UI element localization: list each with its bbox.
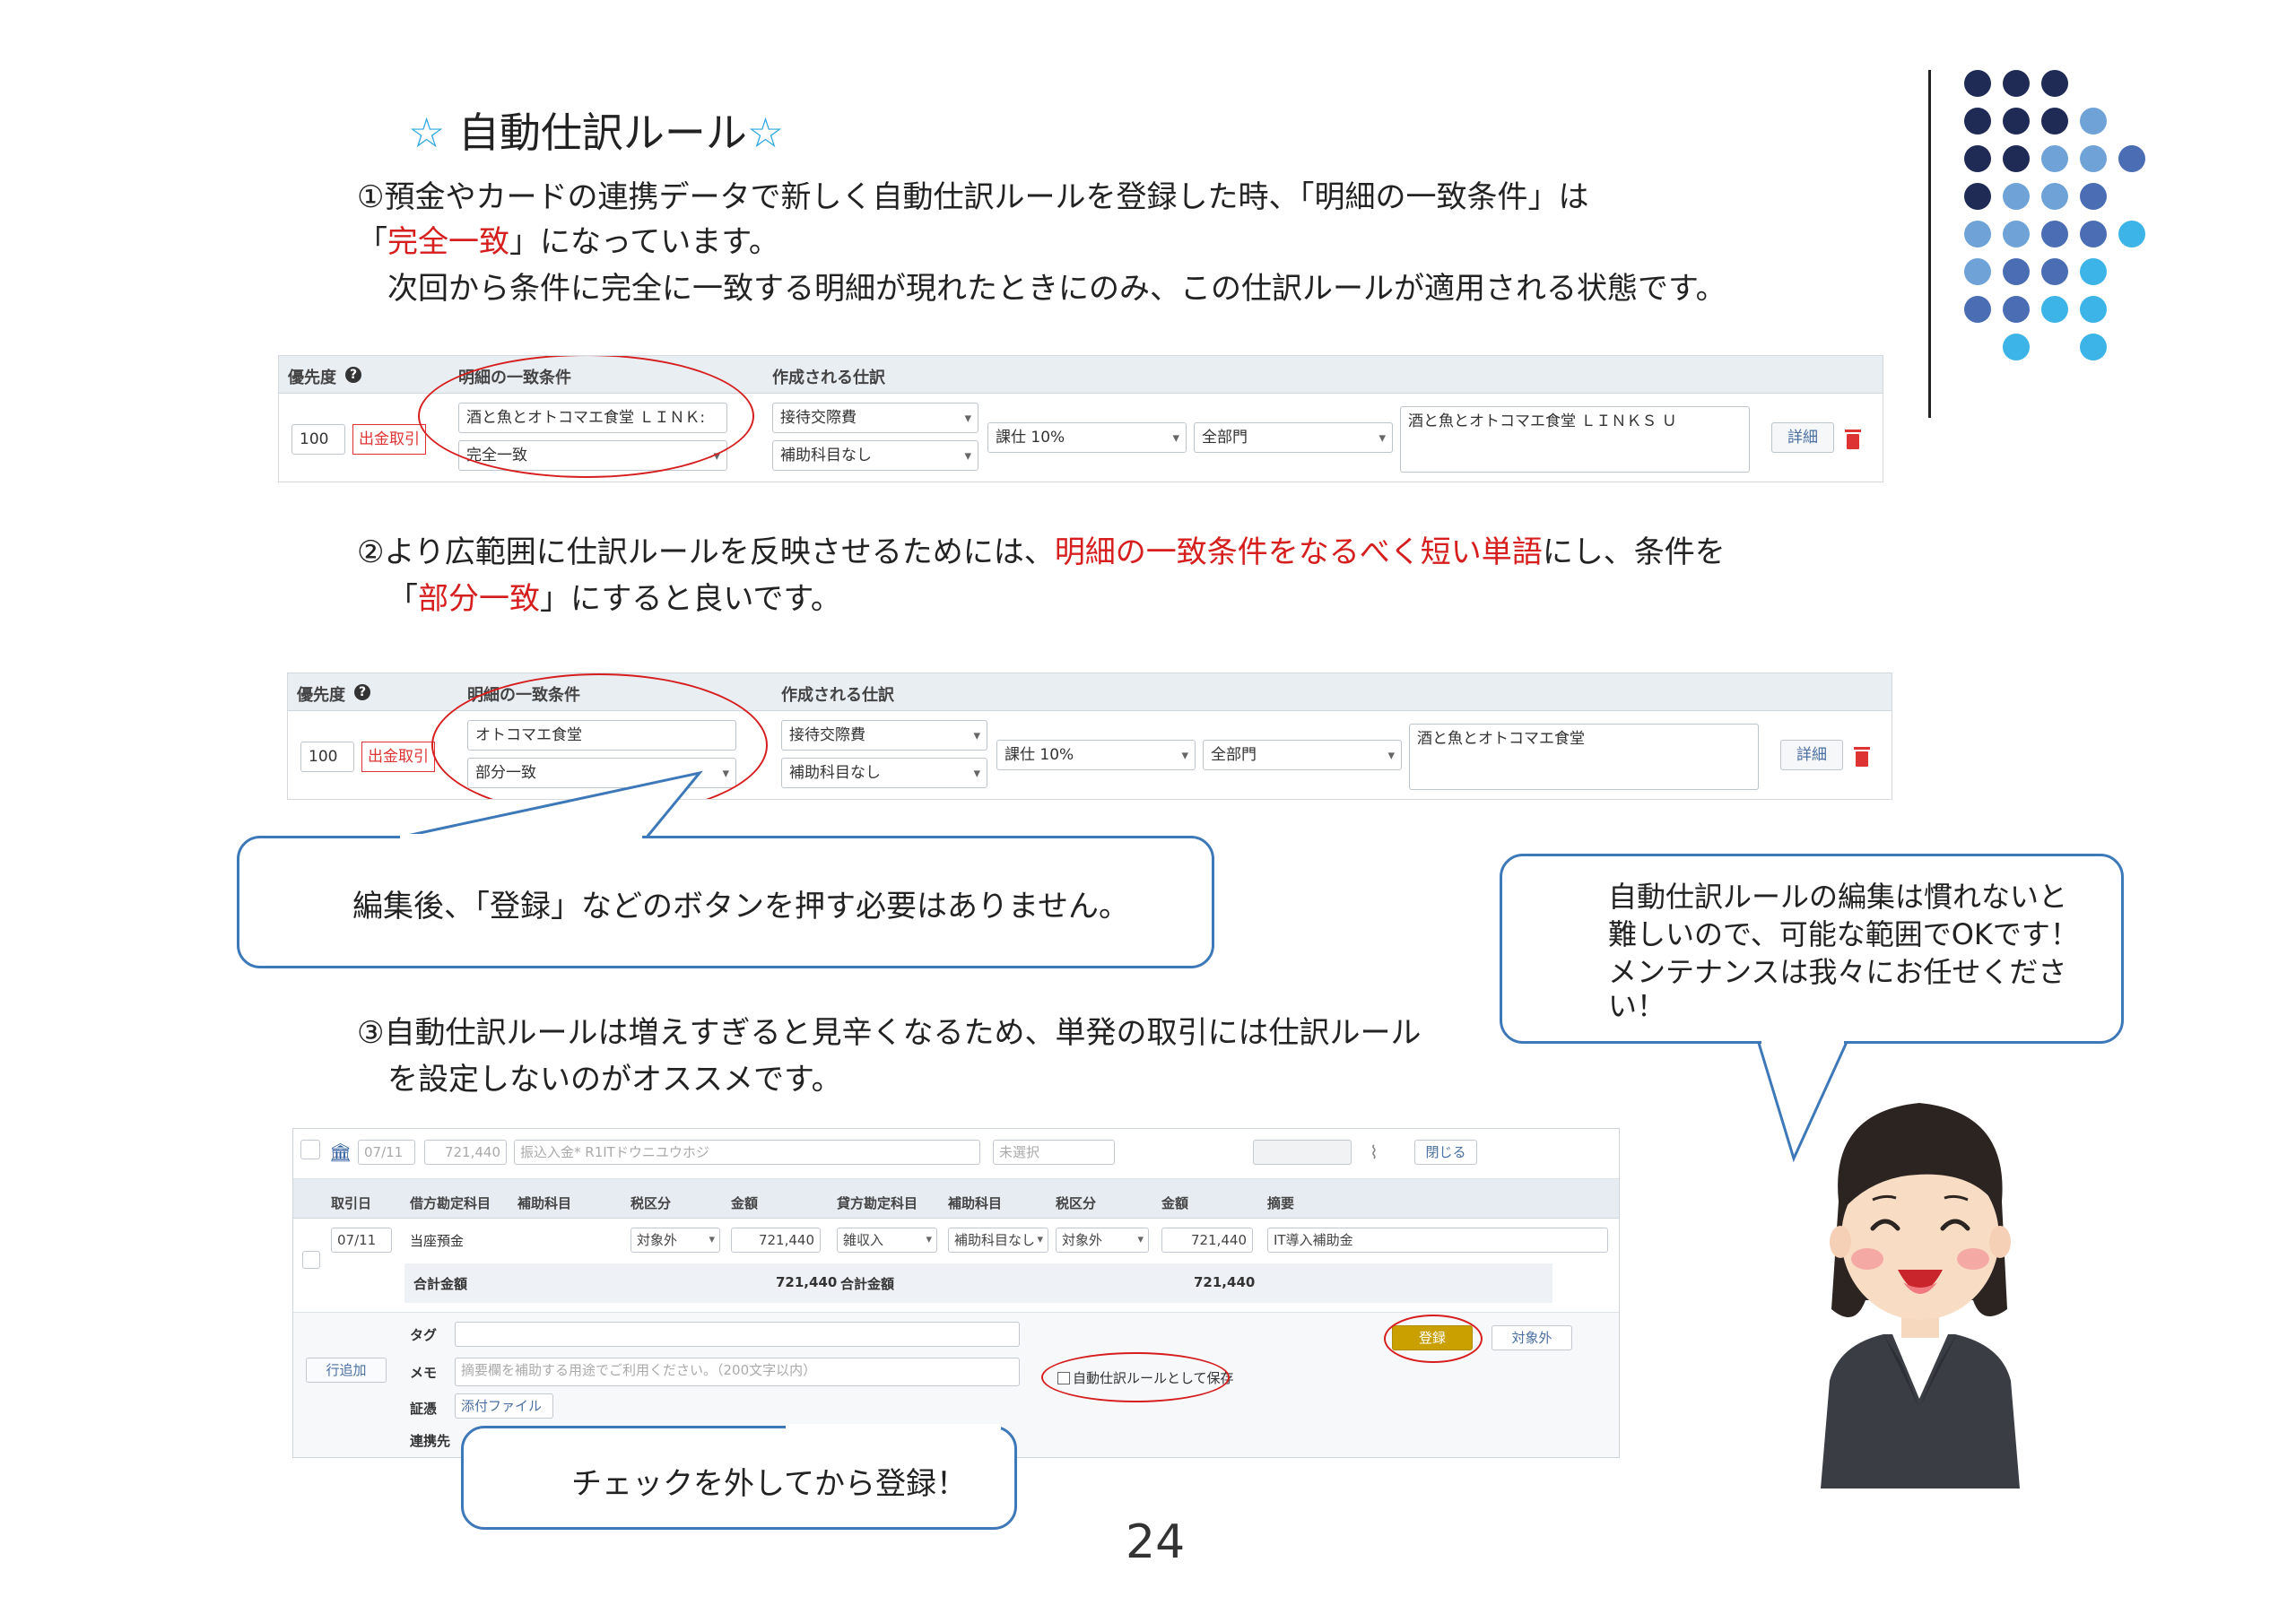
row-debit-tax[interactable]: 対象外: [631, 1228, 720, 1253]
bank-icon: 🏛: [329, 1141, 352, 1163]
businesswoman-illustration: [1821, 1103, 2020, 1488]
col-header: 補助科目: [517, 1195, 572, 1211]
exclude-button[interactable]: 対象外: [1492, 1325, 1572, 1350]
callout-line: い！: [1608, 989, 1666, 1023]
callout-line: メンテナンスは我々にお任せくださ: [1608, 955, 2067, 989]
row-credit-sub[interactable]: 補助科目なし: [948, 1228, 1048, 1253]
partner-label: 連携先: [410, 1433, 451, 1449]
top-empty-field: [1253, 1140, 1352, 1165]
top-status: 未選択: [993, 1140, 1115, 1165]
row-debit-account[interactable]: 当座預金: [410, 1231, 464, 1250]
col-header: 取引日: [331, 1195, 372, 1211]
row-debit-amount[interactable]: 721,440: [731, 1228, 821, 1253]
total-right: 721,440: [1194, 1274, 1256, 1290]
col-header: 貸方勘定科目: [837, 1195, 918, 1211]
callout-joint: [786, 1424, 1001, 1429]
callout-text: 編集後、「登録」などのボタンを押す必要はありません。: [352, 889, 1129, 924]
select-checkbox[interactable]: [300, 1140, 320, 1159]
col-header: 摘要: [1267, 1195, 1295, 1211]
row-memo[interactable]: IT導入補助金: [1267, 1228, 1608, 1253]
attach-file-button[interactable]: 添付ファイル: [455, 1393, 553, 1419]
callout-advice: 自動仕訳ルールの編集は慣れないと 難しいので、可能な範囲でOKです！ メンテナン…: [1500, 854, 2124, 1044]
section3-line2: を設定しないのがオススメです。: [387, 1062, 842, 1098]
highlight-oval-checkbox: [1041, 1352, 1230, 1402]
col-header: 借方勘定科目: [410, 1195, 491, 1211]
total-left: 721,440: [776, 1274, 838, 1290]
total-label-left: 合計金額: [413, 1276, 468, 1292]
column-headers: 取引日 借方勘定科目 補助科目 税区分 金額 貸方勘定科目 補助科目 税区分 金…: [293, 1179, 1619, 1219]
page-number: 24: [1126, 1515, 1186, 1569]
col-header: 税区分: [1056, 1195, 1097, 1211]
memo-input[interactable]: 摘要欄を補助する用途でご利用ください。（200文字以内）: [455, 1358, 1020, 1386]
evidence-label: 証憑: [410, 1401, 438, 1417]
col-header: 金額: [731, 1195, 759, 1211]
totals-row: 合計金額 721,440 合計金額 721,440: [404, 1263, 1552, 1303]
callout-line: 自動仕訳ルールの編集は慣れないと: [1608, 880, 2068, 914]
top-amount: 721,440: [424, 1140, 507, 1165]
row-credit-tax[interactable]: 対象外: [1056, 1228, 1149, 1253]
memo-label: メモ: [410, 1365, 438, 1381]
top-bar: 🏛 07/11 721,440 振込入金* R1ITドウニユウホジ 未選択 ⌇ …: [293, 1129, 1619, 1179]
tag-input[interactable]: [455, 1322, 1020, 1347]
paperclip-icon[interactable]: ⌇: [1370, 1141, 1378, 1163]
section3-line1: ③自動仕訳ルールは増えすぎると見辛くなるため、単発の取引には仕訳ルール: [357, 1015, 1422, 1051]
add-row-button[interactable]: 行追加: [306, 1358, 387, 1383]
highlight-oval-register: [1384, 1315, 1483, 1363]
row-checkbox[interactable]: [302, 1251, 320, 1269]
callout-joint: [1761, 1037, 1844, 1045]
top-date: 07/11: [358, 1140, 415, 1165]
col-header: 税区分: [631, 1195, 672, 1211]
row-credit-account[interactable]: 雑収入: [837, 1228, 937, 1253]
top-description: 振込入金* R1ITドウニユウホジ: [514, 1140, 980, 1165]
row-date[interactable]: 07/11: [331, 1228, 392, 1253]
callout-text: チェックを外してから登録！: [571, 1466, 967, 1502]
row-credit-amount[interactable]: 721,440: [1161, 1228, 1253, 1253]
callout-line: 難しいので、可能な範囲でOKです！: [1608, 917, 2079, 951]
callout-uncheck: チェックを外してから登録！: [461, 1426, 1017, 1530]
tag-label: タグ: [410, 1327, 438, 1343]
callout-no-register: 編集後、「登録」などのボタンを押す必要はありません。: [237, 836, 1214, 968]
col-header: 金額: [1161, 1195, 1189, 1211]
total-label-right: 合計金額: [840, 1276, 895, 1292]
close-button[interactable]: 閉じる: [1414, 1140, 1477, 1165]
callout-joint: [400, 834, 642, 839]
journal-entry-panel: 🏛 07/11 721,440 振込入金* R1ITドウニユウホジ 未選択 ⌇ …: [292, 1128, 1620, 1458]
col-header: 補助科目: [948, 1195, 1003, 1211]
